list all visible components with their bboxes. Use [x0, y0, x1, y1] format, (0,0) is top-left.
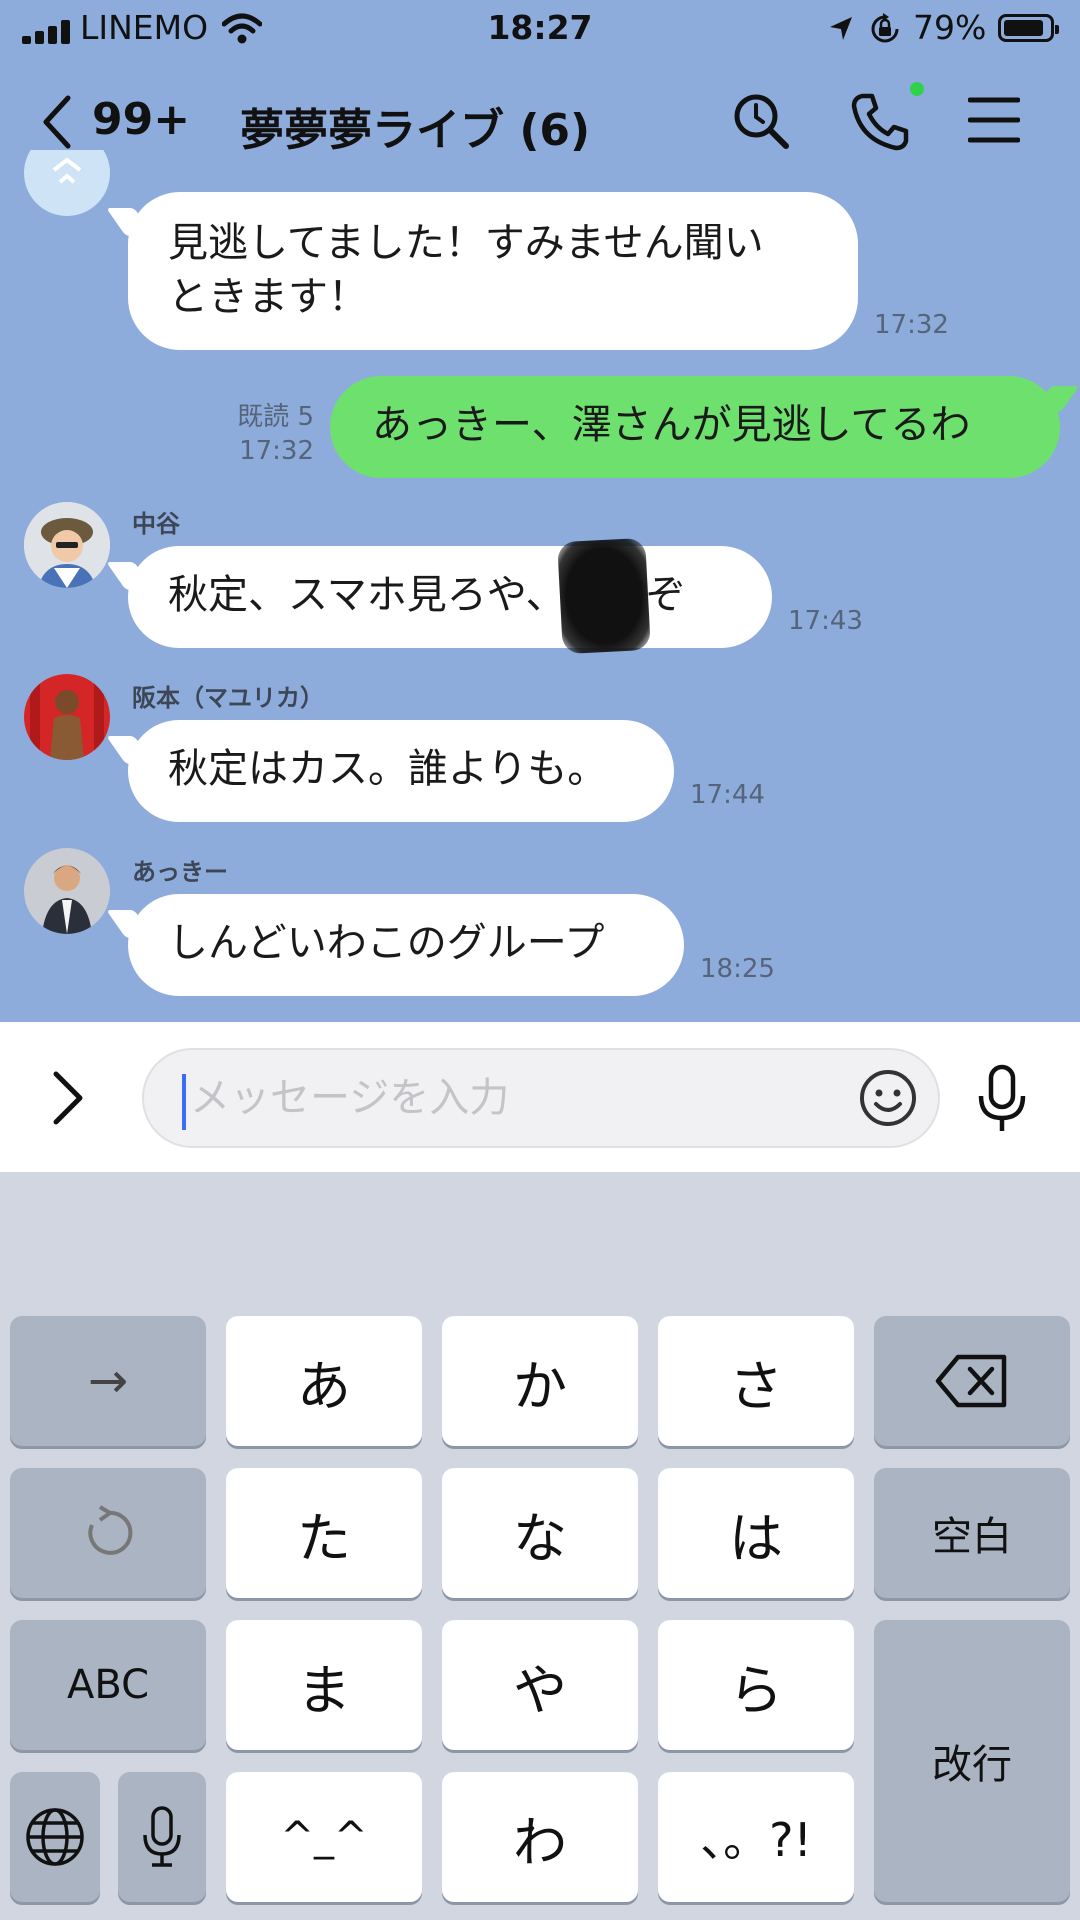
key-punctuation[interactable]: 、。?!: [658, 1772, 854, 1902]
key-undo[interactable]: [10, 1468, 206, 1598]
read-receipt: 既読 5 17:32: [214, 400, 314, 468]
location-icon: [830, 17, 852, 40]
message-bubble[interactable]: 見逃してました！すみません聞い ときます！: [128, 192, 858, 350]
rotation-lock-icon: [871, 13, 899, 43]
key-globe[interactable]: [10, 1772, 100, 1902]
microphone-icon: [143, 1806, 181, 1867]
message-bubble-own[interactable]: あっきー、澤さんが見逃してるわ: [330, 376, 1060, 478]
key-ha[interactable]: は: [658, 1468, 854, 1598]
key-ta[interactable]: た: [226, 1468, 422, 1598]
key-emoticon[interactable]: ^_^: [226, 1772, 422, 1902]
key-next-candidate[interactable]: →: [10, 1316, 206, 1446]
undo-icon: [88, 1505, 133, 1555]
japanese-keyboard: → あ か さ た な は 空白 ABC ま や ら 改行 ^_^ わ 、。?!: [0, 1172, 1080, 1920]
message-input-bar: [0, 1022, 1080, 1172]
avatar[interactable]: [24, 502, 110, 588]
key-space[interactable]: 空白: [874, 1468, 1070, 1598]
avatar[interactable]: [24, 674, 110, 760]
message-time: 18:25: [700, 954, 775, 984]
key-sa[interactable]: さ: [658, 1316, 854, 1446]
chat-area[interactable]: 見逃してました！すみません聞い ときます！ 17:32 既読 5 17:32 あ…: [0, 150, 1080, 1022]
key-ya[interactable]: や: [442, 1620, 638, 1750]
menu-icon[interactable]: [968, 94, 1020, 146]
globe-icon: [26, 1808, 84, 1866]
key-wa[interactable]: わ: [442, 1772, 638, 1902]
message-bubble[interactable]: 秋定、スマホ見ろや、殺すぞ: [128, 546, 772, 648]
microphone-icon[interactable]: [976, 1064, 1028, 1134]
status-bar: LINEMO 18:27 79%: [0, 0, 1080, 60]
message-bubble[interactable]: しんどいわこのグループ: [128, 894, 684, 996]
message-bubble[interactable]: 秋定はカス。誰よりも。: [128, 720, 674, 822]
sender-name: 阪本（マユリカ）: [132, 684, 324, 712]
key-ma[interactable]: ま: [226, 1620, 422, 1750]
read-count: 既読 5: [237, 402, 314, 432]
sender-name: 中谷: [132, 510, 180, 538]
avatar[interactable]: [24, 848, 110, 934]
emoji-icon[interactable]: [858, 1068, 918, 1128]
key-abc[interactable]: ABC: [10, 1620, 206, 1750]
arrow-right-icon: →: [87, 1353, 129, 1409]
call-icon[interactable]: [848, 90, 912, 154]
key-backspace[interactable]: [874, 1316, 1070, 1446]
chat-title[interactable]: 夢夢夢ライブ (6): [240, 94, 590, 158]
message-time: 17:32: [239, 436, 314, 466]
key-return[interactable]: 改行: [874, 1620, 1070, 1902]
message-text: あっきー、澤さんが見逃してるわ: [372, 402, 971, 448]
key-ra[interactable]: ら: [658, 1620, 854, 1750]
message-text-line: ときます！: [168, 274, 368, 320]
sender-name: あっきー: [132, 858, 228, 886]
key-ka[interactable]: か: [442, 1316, 638, 1446]
battery-percentage: 79%: [913, 8, 987, 47]
key-dictation[interactable]: [118, 1772, 206, 1902]
back-icon[interactable]: [38, 92, 74, 152]
search-icon[interactable]: [730, 90, 794, 154]
message-text: しんどいわこのグループ: [168, 920, 605, 966]
message-text-line: 見逃してました！すみません聞い: [168, 220, 764, 266]
key-na[interactable]: な: [442, 1468, 638, 1598]
message-input[interactable]: [142, 1048, 940, 1148]
key-a[interactable]: あ: [226, 1316, 422, 1446]
message-text: 秋定はカス。誰よりも。: [168, 746, 608, 792]
censor-mark: [557, 537, 651, 655]
message-time: 17:44: [690, 780, 765, 810]
message-time: 17:32: [874, 310, 949, 340]
expand-icon[interactable]: [50, 1070, 86, 1126]
battery-icon: [998, 14, 1059, 42]
text-caret: [182, 1074, 186, 1130]
message-time: 17:43: [788, 606, 863, 636]
unread-count[interactable]: 99+: [92, 94, 190, 145]
backspace-icon: [935, 1354, 1007, 1408]
avatar[interactable]: [24, 150, 110, 216]
call-active-indicator: [910, 82, 924, 96]
